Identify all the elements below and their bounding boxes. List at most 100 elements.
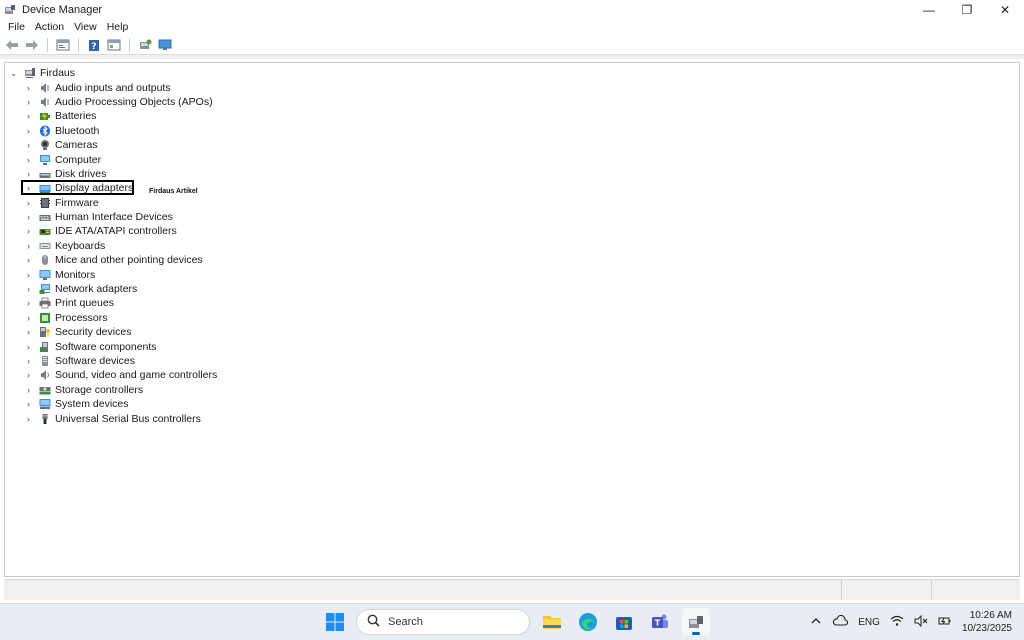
chevron-right-icon[interactable]: › <box>23 399 34 410</box>
device-manager-window: Device Manager — ❐ ✕ File Action View He… <box>0 0 1024 603</box>
restore-button[interactable]: ❐ <box>948 0 986 19</box>
tree-item[interactable]: › Bluetooth <box>5 124 1019 138</box>
forward-arrow-icon[interactable] <box>23 37 41 54</box>
wifi-icon[interactable] <box>890 615 904 630</box>
properties-icon[interactable] <box>54 37 72 54</box>
tree-item-label: Audio inputs and outputs <box>55 81 171 94</box>
menu-file[interactable]: File <box>3 19 30 36</box>
chevron-right-icon[interactable]: › <box>23 168 34 179</box>
tree-item-label: Network adapters <box>55 283 138 296</box>
scan-hardware-icon[interactable] <box>156 37 174 54</box>
tree-item[interactable]: › Network adapters <box>5 282 1019 296</box>
start-button[interactable] <box>322 609 348 635</box>
search-icon <box>367 614 380 630</box>
toolbar-gap <box>0 55 1024 59</box>
tree-item[interactable]: › Universal Serial Bus controllers <box>5 411 1019 425</box>
tree-item[interactable]: › Cameras <box>5 138 1019 152</box>
chevron-right-icon[interactable]: › <box>23 269 34 280</box>
clock[interactable]: 10:26 AM 10/23/2025 <box>962 609 1012 635</box>
chevron-up-icon[interactable] <box>810 616 822 629</box>
microsoft-store-icon[interactable] <box>610 608 638 636</box>
tree-item[interactable]: › Sound, video and game controllers <box>5 368 1019 382</box>
tree-item-label: Computer <box>55 153 102 166</box>
tree-item-label: Security devices <box>55 326 132 339</box>
chevron-right-icon[interactable]: › <box>23 82 34 93</box>
tree-item-label: Print queues <box>55 297 114 310</box>
minimize-button[interactable]: — <box>910 0 948 19</box>
tree-item[interactable]: › Software components <box>5 339 1019 353</box>
tree-item[interactable]: › Batteries <box>5 109 1019 123</box>
menu-help[interactable]: Help <box>102 19 134 36</box>
tree-item[interactable]: › Software devices <box>5 354 1019 368</box>
chevron-right-icon[interactable]: › <box>23 255 34 266</box>
chevron-right-icon[interactable]: › <box>23 384 34 395</box>
title-bar[interactable]: Device Manager — ❐ ✕ <box>0 0 1024 19</box>
update-driver-icon[interactable] <box>136 37 154 54</box>
language-indicator[interactable]: ENG <box>858 617 880 628</box>
chevron-right-icon[interactable]: › <box>23 154 34 165</box>
tree-item[interactable]: › System devices <box>5 397 1019 411</box>
storage-controller-icon <box>39 384 51 396</box>
tree-item[interactable]: › IDE ATA/ATAPI controllers <box>5 224 1019 238</box>
menu-action[interactable]: Action <box>30 19 69 36</box>
system-device-icon <box>39 398 51 410</box>
chevron-right-icon[interactable]: › <box>23 197 34 208</box>
tree-item-label: Disk drives <box>55 167 107 180</box>
chevron-right-icon[interactable]: › <box>23 312 34 323</box>
tree-item[interactable]: › Processors <box>5 311 1019 325</box>
tree-item[interactable]: › Audio Processing Objects (APOs) <box>5 95 1019 109</box>
clock-time: 10:26 AM <box>969 610 1012 621</box>
battery-charging-icon[interactable] <box>938 615 952 630</box>
printer-icon <box>39 297 51 309</box>
tree-item-label: Universal Serial Bus controllers <box>55 412 201 425</box>
tree-item-label: Cameras <box>55 139 98 152</box>
view-resources-icon[interactable] <box>105 37 123 54</box>
chevron-right-icon[interactable]: › <box>23 284 34 295</box>
help-icon[interactable]: ? <box>85 37 103 54</box>
teams-icon[interactable]: T <box>646 608 674 636</box>
chevron-right-icon[interactable]: › <box>23 111 34 122</box>
speaker-muted-icon[interactable] <box>914 614 928 630</box>
tree-item[interactable]: › Monitors <box>5 267 1019 281</box>
tree-item[interactable]: › Human Interface Devices <box>5 210 1019 224</box>
edge-browser-icon[interactable] <box>574 608 602 636</box>
chevron-right-icon[interactable]: › <box>23 356 34 367</box>
chevron-right-icon[interactable]: › <box>23 298 34 309</box>
chevron-down-icon[interactable]: ⌄ <box>8 68 19 79</box>
taskbar-center: Search T <box>322 608 710 636</box>
tree-item[interactable]: › Print queues <box>5 296 1019 310</box>
close-button[interactable]: ✕ <box>986 0 1024 19</box>
chevron-right-icon[interactable]: › <box>23 341 34 352</box>
tree-item[interactable]: › Computer <box>5 152 1019 166</box>
chevron-right-icon[interactable]: › <box>23 370 34 381</box>
tree-item[interactable]: › Storage controllers <box>5 383 1019 397</box>
chevron-right-icon[interactable]: › <box>23 413 34 424</box>
tree-item[interactable]: › Firmware <box>5 196 1019 210</box>
tree-root[interactable]: ⌄ Firdaus <box>5 66 1019 80</box>
chevron-right-icon[interactable]: › <box>23 125 34 136</box>
tree-item-label: Storage controllers <box>55 383 144 396</box>
tree-item[interactable]: › Audio inputs and outputs <box>5 80 1019 94</box>
tree-item-label: Batteries <box>55 110 97 123</box>
device-manager-taskbar-icon[interactable] <box>682 608 710 636</box>
tree-item[interactable]: › Security devices <box>5 325 1019 339</box>
back-arrow-icon[interactable] <box>3 37 21 54</box>
chevron-right-icon[interactable]: › <box>23 212 34 223</box>
chevron-right-icon[interactable]: › <box>23 96 34 107</box>
svg-text:T: T <box>655 619 661 628</box>
usb-icon <box>39 413 51 425</box>
tree-item[interactable]: › Disk drives <box>5 167 1019 181</box>
chevron-right-icon[interactable]: › <box>23 226 34 237</box>
taskbar-search-box[interactable]: Search <box>356 609 530 635</box>
onedrive-cloud-icon[interactable] <box>832 614 849 630</box>
tree-item[interactable]: › Keyboards <box>5 239 1019 253</box>
tree-item[interactable]: › Mice and other pointing devices <box>5 253 1019 267</box>
tree-item-label: Software components <box>55 340 157 353</box>
menu-view[interactable]: View <box>69 19 102 36</box>
tree-item-label: Firmware <box>55 196 99 209</box>
chevron-right-icon[interactable]: › <box>23 327 34 338</box>
chevron-right-icon[interactable]: › <box>23 140 34 151</box>
tree-item-label: Processors <box>55 311 108 324</box>
file-explorer-icon[interactable] <box>538 608 566 636</box>
chevron-right-icon[interactable]: › <box>23 240 34 251</box>
